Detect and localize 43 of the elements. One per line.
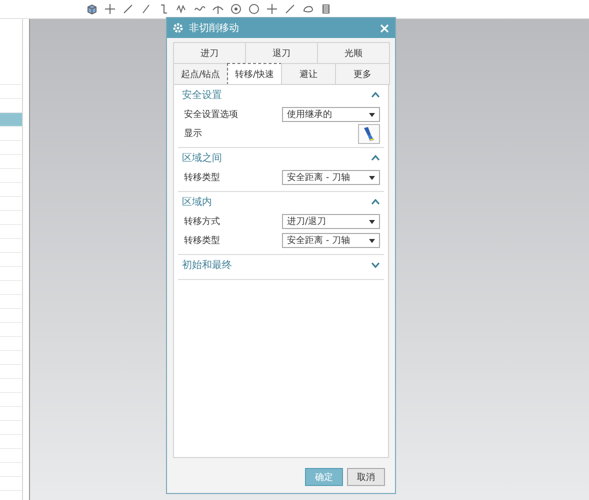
chevron-up-icon[interactable] — [371, 155, 380, 161]
dropdown[interactable]: 进刀/退刀 — [282, 214, 380, 229]
section-title: 初始和最终 — [182, 258, 232, 272]
close-icon[interactable] — [380, 24, 389, 32]
line-icon[interactable] — [140, 3, 152, 15]
dropdown[interactable]: 安全距离 - 刀轴 — [282, 233, 380, 248]
section-title: 安全设置 — [182, 88, 222, 102]
curve-icon[interactable] — [158, 3, 170, 15]
dropdown[interactable]: 使用继承的 — [282, 107, 380, 122]
chevron-down-icon[interactable] — [371, 262, 380, 268]
cube-icon[interactable] — [86, 3, 98, 15]
tab[interactable]: 转移/快速 — [227, 63, 282, 85]
flashlight-icon — [362, 126, 376, 142]
layers-icon[interactable] — [320, 3, 332, 15]
tab[interactable]: 光顺 — [317, 42, 390, 64]
dropdown[interactable]: 安全距离 - 刀轴 — [282, 170, 380, 185]
section-title: 区域之间 — [182, 152, 222, 165]
caret-icon — [369, 238, 375, 242]
line-icon[interactable] — [122, 3, 134, 15]
caret-icon — [369, 176, 375, 180]
chevron-up-icon[interactable] — [371, 199, 380, 205]
circle-icon[interactable] — [248, 3, 260, 15]
arc-icon[interactable] — [212, 3, 224, 15]
field-label: 转移类型 — [184, 234, 220, 247]
section-title: 区域内 — [182, 196, 212, 209]
field-label: 显示 — [184, 128, 202, 140]
plus-icon[interactable] — [266, 3, 278, 15]
display-button[interactable] — [358, 124, 380, 144]
line-icon[interactable] — [284, 3, 296, 15]
gear-icon — [173, 23, 183, 33]
circle-icon[interactable] — [230, 3, 242, 15]
chevron-up-icon[interactable] — [371, 92, 380, 98]
field-label: 转移方式 — [184, 216, 220, 228]
caret-icon — [369, 112, 375, 116]
dialog-title: 非切削移动 — [189, 22, 240, 35]
navigator-row[interactable] — [0, 113, 22, 127]
caret-icon — [369, 220, 375, 224]
shape-icon[interactable] — [302, 3, 314, 15]
field-label: 安全设置选项 — [184, 108, 238, 121]
tab[interactable]: 进刀 — [173, 42, 246, 64]
cancel-button[interactable]: 取消 — [347, 468, 385, 486]
field-label: 转移类型 — [184, 172, 220, 184]
wave-icon[interactable] — [176, 3, 188, 15]
